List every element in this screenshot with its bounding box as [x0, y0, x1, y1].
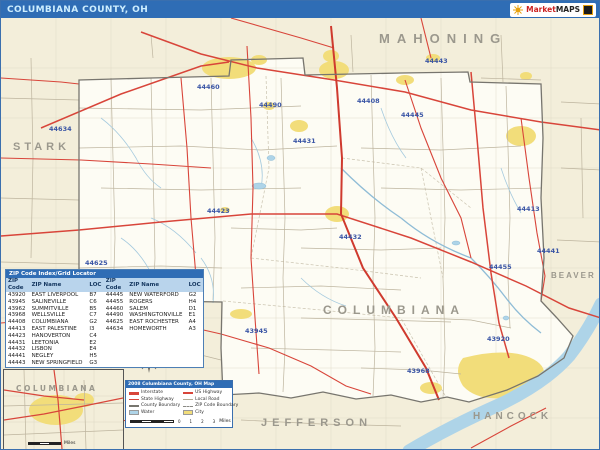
zip-index-panel: ZIP Code Index/Grid Locator ZIP CodeZIP …	[5, 269, 204, 368]
legend-scale: 0123 Miles	[126, 418, 232, 427]
legend-swatch	[183, 399, 193, 400]
zip-index-column-header: ZIP Code	[6, 278, 30, 292]
zip-index-row: 44431LEETONIAE2	[6, 340, 203, 347]
legend-panel: 2008 Columbiana County, OH Map Interstat…	[125, 380, 233, 428]
zip-index-title: ZIP Code Index/Grid Locator	[6, 270, 203, 278]
inset-city-label: COLUMBIANA	[16, 384, 97, 393]
legend-scale-label: Miles	[219, 419, 231, 424]
legend-swatch	[183, 410, 193, 415]
zip-index-body: 43920EAST LIVERPOOLB744445NEW WATERFORDG…	[6, 292, 203, 367]
publisher-logo: MarketMAPS	[510, 3, 596, 17]
zip-index-row: 44432LISBONE4	[6, 346, 203, 353]
legend-swatch	[129, 405, 139, 407]
legend-swatch	[129, 392, 139, 395]
zip-index-row: 43920EAST LIVERPOOLB744445NEW WATERFORDG…	[6, 292, 203, 299]
inset-map-canvas	[4, 370, 123, 449]
inset-scale-bar: Miles	[28, 441, 76, 446]
zip-index-header-row: ZIP CodeZIP NameLOCZIP CodeZIP NameLOC	[6, 278, 203, 292]
legend-swatch	[183, 406, 193, 407]
zip-index-column-header: LOC	[87, 278, 103, 292]
zip-index-row: 43962SUMMITVILLEB544460SALEMD1	[6, 306, 203, 313]
legend-swatch	[129, 399, 139, 400]
zip-index-row: 44408COLUMBIANAG244625EAST ROCHESTERA4	[6, 319, 203, 326]
legend-title: 2008 Columbiana County, OH Map	[126, 381, 232, 388]
logo-mark	[583, 5, 593, 15]
zip-index-row: 43945SALINEVILLEC644455ROGERSH4	[6, 299, 203, 306]
legend-scale-ticks: 0123	[178, 419, 215, 424]
zip-index-row: 44413EAST PALESTINEI344634HOMEWORTHA3	[6, 326, 203, 333]
legend-scale-segments	[130, 420, 174, 423]
sunburst-icon	[513, 5, 523, 15]
logo-text: MarketMAPS	[526, 3, 580, 17]
zip-index-column-header: ZIP Code	[104, 278, 128, 292]
inset-map-panel: COLUMBIANA Miles	[3, 369, 124, 450]
legend-item: Water	[129, 410, 180, 417]
title-bar: COLUMBIANA COUNTY, OH MarketMAPS	[1, 1, 599, 18]
legend-item: City	[183, 410, 238, 417]
inset-scale-segments	[28, 442, 61, 445]
legend-swatch	[129, 410, 139, 415]
page-title: COLUMBIANA COUNTY, OH	[7, 5, 148, 15]
zip-index-table: ZIP CodeZIP NameLOCZIP CodeZIP NameLOC 4…	[6, 278, 203, 367]
zip-index-column-header: LOC	[187, 278, 203, 292]
legend-items: InterstateUS HighwayState HighwayLocal R…	[126, 388, 232, 418]
zip-index-row: 44443NEW SPRINGFIELDG3	[6, 360, 203, 367]
zip-index-column-header: ZIP Name	[30, 278, 88, 292]
zip-index-column-header: ZIP Name	[127, 278, 186, 292]
legend-swatch	[183, 392, 193, 394]
zip-index-row: 44441NEGLEYH5	[6, 353, 203, 360]
zip-index-row: 43968WELLSVILLEC744490WASHINGTONVILLEE1	[6, 312, 203, 319]
zip-index-row: 44423HANOVERTONC4	[6, 333, 203, 340]
map-page: COLUMBIANA COUNTY, OH MarketMAPS	[0, 0, 600, 450]
